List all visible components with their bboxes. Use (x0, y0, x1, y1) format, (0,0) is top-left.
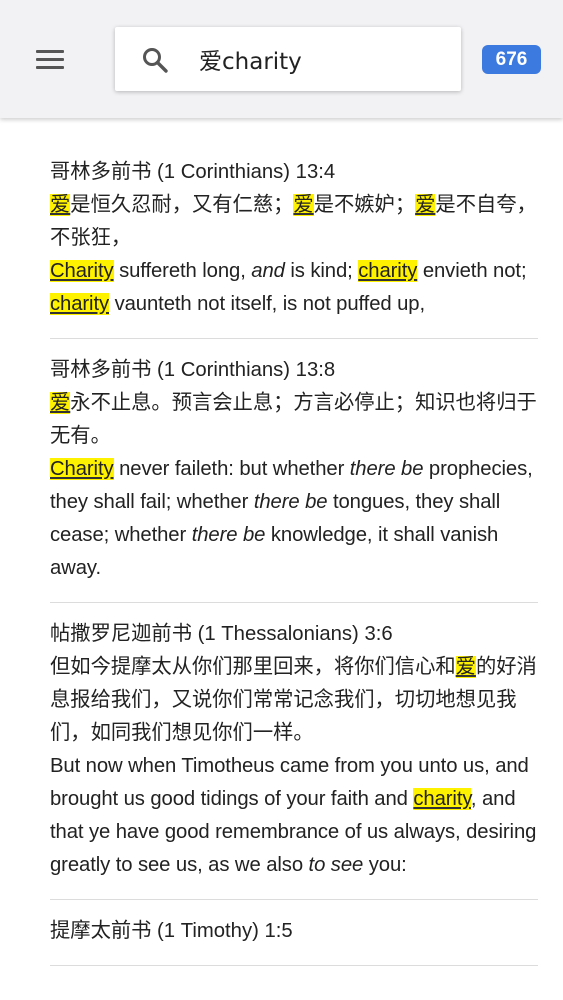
text-run: suffereth long, (113, 260, 252, 282)
verse-reference: 提摩太前书 (1 Timothy) 1:5 (50, 920, 293, 942)
text-run: never faileth: but whether (113, 458, 350, 480)
verse-reference: 帖撒罗尼迦前书 (1 Thessalonians) 3:6 (50, 623, 393, 645)
result-count-badge: 676 (482, 45, 541, 74)
result-item[interactable]: 哥林多前书 (1 Corinthians) 13:8 爱永不止息。预言会止息；方言… (50, 339, 538, 603)
italic-text: there be (191, 524, 266, 546)
highlighted-term: charity (358, 260, 418, 282)
highlighted-term: 爱 (455, 656, 476, 678)
text-run: you: (363, 854, 407, 876)
highlighted-term: Charity (50, 260, 114, 282)
highlighted-term: charity (413, 788, 471, 810)
highlighted-term: charity (50, 293, 110, 315)
search-box[interactable] (115, 27, 461, 91)
hamburger-menu-icon[interactable] (34, 47, 66, 73)
text-run: 是恒久忍耐，又有仁慈； (70, 194, 294, 216)
highlighted-term: 爱 (50, 194, 71, 216)
chinese-verse-text: 但如今提摩太从你们那里回来，将你们信心和爱的好消息报给我们，又说你们常常记念我们… (50, 651, 538, 750)
chinese-verse-text: 爱是恒久忍耐，又有仁慈；爱是不嫉妒；爱是不自夸，不张狂， (50, 189, 538, 255)
result-item[interactable]: 提摩太前书 (1 Timothy) 1:5 (50, 900, 538, 966)
verse-reference: 哥林多前书 (1 Corinthians) 13:8 (50, 359, 336, 381)
highlighted-term: 爱 (50, 392, 71, 414)
verse-reference: 哥林多前书 (1 Corinthians) 13:4 (50, 161, 336, 183)
italic-text: to see (308, 854, 364, 876)
top-app-bar: 676 (0, 0, 563, 118)
text-run: 但如今提摩太从你们那里回来，将你们信心和 (50, 656, 456, 678)
italic-text: there be (253, 491, 328, 513)
results-list: 哥林多前书 (1 Corinthians) 13:4 爱是恒久忍耐，又有仁慈；爱是… (0, 118, 563, 966)
text-run: is kind; (284, 260, 359, 282)
text-run: 永不止息。预言会止息；方言必停止；知识也将归于无有。 (50, 392, 537, 447)
highlighted-term: 爱 (293, 194, 314, 216)
text-run: envi­eth not; (417, 260, 527, 282)
search-icon[interactable] (141, 46, 169, 74)
english-verse-text: Charity suffereth long, and is kind; cha… (50, 255, 538, 321)
italic-text: and (251, 260, 285, 282)
search-input[interactable] (199, 42, 449, 76)
text-run: vaunteth not itself, is not puffed up, (109, 293, 426, 315)
highlighted-term: Charity (50, 458, 114, 480)
result-item[interactable]: 帖撒罗尼迦前书 (1 Thessalonians) 3:6 但如今提摩太从你们那里… (50, 603, 538, 900)
english-verse-text: Charity never faileth: but whether there… (50, 453, 538, 585)
chinese-verse-text: 爱永不止息。预言会止息；方言必停止；知识也将归于无有。 (50, 387, 538, 453)
italic-text: there be (349, 458, 424, 480)
english-verse-text: But now when Timotheus came from you unt… (50, 750, 538, 882)
text-run: 是不嫉妒； (313, 194, 416, 216)
result-item[interactable]: 哥林多前书 (1 Corinthians) 13:4 爱是恒久忍耐，又有仁慈；爱是… (50, 118, 538, 339)
highlighted-term: 爱 (415, 194, 436, 216)
